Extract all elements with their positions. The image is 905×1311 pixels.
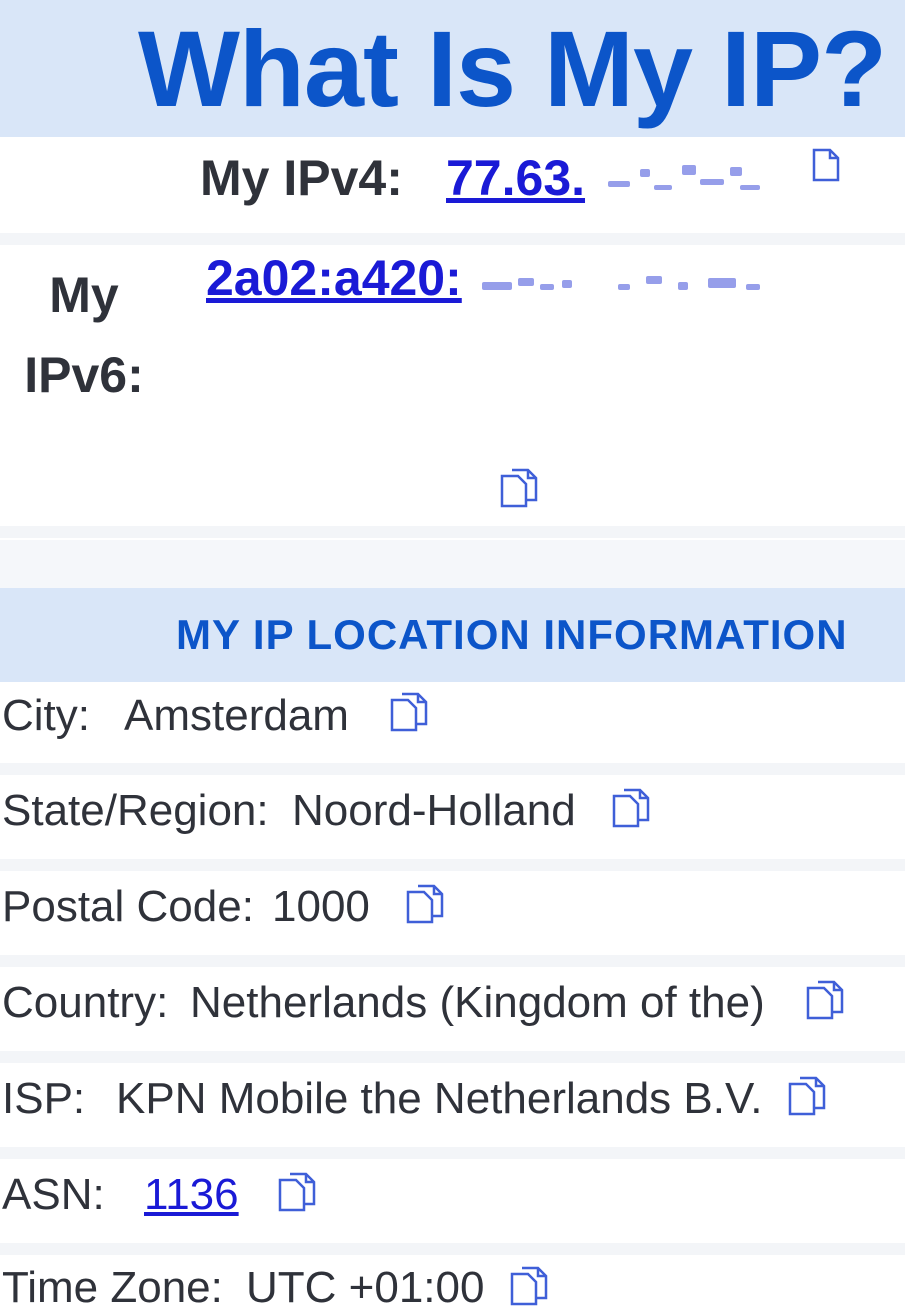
ipv4-label: My IPv4: bbox=[200, 150, 403, 206]
copy-icon[interactable] bbox=[610, 786, 654, 830]
timezone-label: Time Zone: bbox=[2, 1263, 223, 1311]
ipv4-address-link[interactable]: 77.63. bbox=[446, 148, 585, 208]
asn-link[interactable]: 1136 bbox=[144, 1165, 239, 1225]
postal-value: 1000 bbox=[272, 882, 370, 931]
page-title: What Is My IP? bbox=[138, 8, 887, 129]
copy-icon[interactable] bbox=[276, 1170, 320, 1214]
ipv6-address-link[interactable]: 2a02:a420: bbox=[206, 248, 462, 308]
divider bbox=[0, 859, 905, 871]
divider bbox=[0, 955, 905, 967]
info-row-asn bbox=[0, 1159, 905, 1243]
asn-label: ASN: bbox=[2, 1170, 105, 1219]
city-label: City: bbox=[2, 691, 90, 740]
state-value: Noord-Holland bbox=[292, 786, 576, 835]
copy-icon[interactable] bbox=[508, 1264, 552, 1308]
copy-icon[interactable] bbox=[800, 146, 844, 190]
timezone-value: UTC +01:00 bbox=[246, 1263, 485, 1311]
divider bbox=[0, 1147, 905, 1159]
divider bbox=[0, 233, 905, 245]
copy-icon[interactable] bbox=[804, 978, 848, 1022]
city-value: Amsterdam bbox=[124, 691, 349, 740]
isp-label: ISP: bbox=[2, 1074, 86, 1123]
ipv4-redaction bbox=[590, 155, 820, 205]
divider bbox=[0, 763, 905, 775]
copy-icon[interactable] bbox=[388, 690, 432, 734]
ipv6-label: My IPv6: bbox=[24, 267, 144, 403]
location-section-title: MY IP LOCATION INFORMATION bbox=[176, 611, 848, 658]
isp-value: KPN Mobile the Netherlands B.V. bbox=[116, 1074, 763, 1123]
section-spacer bbox=[0, 540, 905, 588]
copy-icon[interactable] bbox=[498, 466, 542, 510]
copy-icon[interactable] bbox=[404, 882, 448, 926]
divider bbox=[0, 526, 905, 538]
divider bbox=[0, 1243, 905, 1255]
postal-label: Postal Code: bbox=[2, 882, 254, 931]
ipv6-redaction bbox=[478, 262, 778, 302]
country-value: Netherlands (Kingdom of the) bbox=[190, 978, 765, 1027]
state-label: State/Region: bbox=[2, 786, 269, 835]
divider bbox=[0, 1051, 905, 1063]
copy-icon[interactable] bbox=[786, 1074, 830, 1118]
page: What Is My IP? My IPv4: 77.63. My IPv6: … bbox=[0, 0, 905, 1311]
country-label: Country: bbox=[2, 978, 169, 1027]
